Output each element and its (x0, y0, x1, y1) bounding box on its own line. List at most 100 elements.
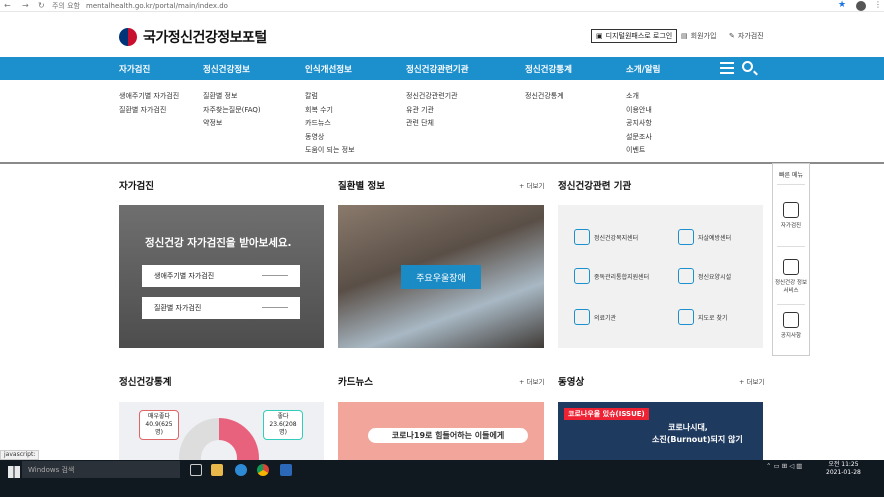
video-issue-tag: 코로나우울 있슈(ISSUE) (564, 408, 649, 420)
submenu-link[interactable]: 약정보 (203, 117, 261, 131)
forward-icon[interactable]: → (22, 1, 29, 10)
self-check-section-title: 자가검진 (119, 181, 154, 192)
video-card[interactable]: 코로나우울 있슈(ISSUE) 코로나시대, 소진(Burnout)되지 않기 (558, 402, 763, 462)
self-check-link[interactable]: ✎ 자가검진 (729, 31, 764, 41)
quick-item-label: 공지사항 (780, 333, 802, 339)
submenu-col-1: 생애주기별 자가검진 질환별 자가검진 (119, 90, 179, 117)
browser-toolbar: ← → ↻ 주의 요함 mentalhealth.go.kr/portal/ma… (0, 0, 884, 12)
gnb-awareness-info[interactable]: 인식개선정보 (305, 63, 352, 75)
video-more-link[interactable]: + 더보기 (739, 376, 764, 386)
institution-label: 정신요양시설 (698, 273, 732, 281)
address-bar[interactable]: 주의 요함 mentalhealth.go.kr/portal/main/ind… (52, 1, 848, 11)
submenu-link[interactable]: 도움이 되는 정보 (305, 144, 355, 158)
cardnews-more-link[interactable]: + 더보기 (519, 376, 544, 386)
submenu-col-5: 정신건강통계 (525, 90, 564, 104)
submenu-link[interactable]: 공지사항 (626, 117, 652, 131)
institution-link[interactable]: 정신건강복지센터 (574, 229, 638, 245)
submenu-link[interactable]: 질환별 정보 (203, 90, 261, 104)
quick-menu-divider (777, 304, 805, 305)
quick-info-service[interactable]: 정신건강 정보서비스 (773, 259, 809, 295)
stats-tag: 매우좋다 40.9(625명) (139, 410, 179, 440)
submenu-col-6: 소개 이용안내 공지사항 설문조사 이벤트 (626, 90, 652, 158)
institution-link[interactable]: 중독관리통합지원센터 (574, 268, 649, 284)
taskbar-clock[interactable]: 오전 11:25 2021-01-28 (826, 461, 861, 477)
chrome-icon[interactable] (257, 464, 269, 476)
institution-link[interactable]: 의료기관 (574, 309, 616, 325)
submenu-link[interactable]: 설문조사 (626, 131, 652, 145)
edge-icon[interactable] (235, 464, 247, 476)
submenu-link[interactable]: 질환별 자가검진 (119, 104, 179, 118)
self-check-icon: ✎ (729, 32, 735, 40)
submenu-link[interactable]: 정신건강통계 (525, 90, 564, 104)
browser-menu-icon[interactable]: ⋮ (874, 0, 882, 9)
windows-start-icon[interactable] (8, 466, 20, 478)
institution-label: 중독관리통합지원센터 (594, 273, 650, 281)
cardnews-card[interactable]: 코로나19로 힘들어하는 이들에게 (338, 402, 544, 462)
submenu-link[interactable]: 이용안내 (626, 104, 652, 118)
reload-icon[interactable]: ↻ (38, 1, 45, 10)
clock-time: 오전 11:25 (828, 461, 859, 468)
profile-avatar[interactable] (856, 1, 866, 11)
map-pin-icon (678, 309, 694, 325)
building-icon (574, 229, 590, 245)
clock-date: 2021-01-28 (826, 469, 861, 476)
gnb-self-check[interactable]: 자가검진 (119, 63, 150, 75)
clinic-icon (574, 309, 590, 325)
submenu-link[interactable]: 소개 (626, 90, 652, 104)
institution-link[interactable]: 정신요양시설 (678, 268, 731, 284)
quick-notice[interactable]: 공지사항 (773, 312, 809, 340)
quick-item-label: 자가검진 (780, 223, 802, 229)
system-tray-icons[interactable]: ⌃ ▭ ⊞ ◁ ▥ (766, 462, 802, 471)
file-explorer-icon[interactable] (211, 464, 223, 476)
self-check-headline: 정신건강 자가검진을 받아보세요. (145, 237, 292, 249)
taskbar-search[interactable]: Windows 검색 (22, 461, 180, 478)
institution-link[interactable]: 지도로 찾기 (678, 309, 728, 325)
submenu-link[interactable]: 카드뉴스 (305, 117, 355, 131)
submenu-link[interactable]: 유관 기관 (406, 104, 458, 118)
disease-more-link[interactable]: + 더보기 (519, 180, 544, 190)
stats-donut-graphic (179, 418, 259, 462)
heart-check-icon (783, 259, 799, 275)
submenu-link[interactable]: 이벤트 (626, 144, 652, 158)
site-title: 국가정신건강정보포털 (143, 30, 267, 46)
disease-info-panel[interactable]: 주요우울장애 (338, 205, 544, 348)
task-view-icon[interactable] (190, 464, 202, 476)
institutions-section-title: 정신건강관련 기관 (558, 181, 632, 192)
submenu-link[interactable]: 칼럼 (305, 90, 355, 104)
all-menu-icon[interactable] (720, 62, 734, 74)
stats-card[interactable]: 매우좋다 40.9(625명) 좋다 23.6(208명) (119, 402, 324, 462)
stats-tag: 좋다 23.6(208명) (263, 410, 303, 440)
disease-self-check-button[interactable]: 질환별 자가검진 (142, 297, 300, 319)
clipboard-icon (783, 312, 799, 328)
digital-onepass-login-button[interactable]: ▣ 디지털원패스로 로그인 (591, 29, 678, 43)
video-title-line1: 코로나시대, (668, 423, 708, 432)
self-check-panel: 정신건강 자가검진을 받아보세요. 생애주기별 자가검진 질환별 자가검진 (119, 205, 324, 348)
gnb-institutions[interactable]: 정신건강관련기관 (406, 63, 469, 75)
institution-label: 의료기관 (594, 314, 617, 322)
login-label: 디지털원패스로 로그인 (605, 32, 673, 40)
lifecycle-self-check-button[interactable]: 생애주기별 자가검진 (142, 265, 300, 287)
signup-link[interactable]: ▤ 회원가입 (681, 31, 716, 41)
submenu-link[interactable]: 회복 수기 (305, 104, 355, 118)
submenu-link[interactable]: 정신건강관련기관 (406, 90, 458, 104)
submenu-link[interactable]: 생애주기별 자가검진 (119, 90, 179, 104)
cardnews-headline: 코로나19로 힘들어하는 이들에게 (368, 428, 528, 443)
gnb-statistics[interactable]: 정신건강통계 (525, 63, 572, 75)
bookmark-star-icon[interactable]: ★ (838, 0, 846, 10)
quick-self-check[interactable]: 자가검진 (773, 202, 809, 230)
institution-link[interactable]: 자살예방센터 (678, 229, 731, 245)
app-s-icon[interactable] (280, 464, 292, 476)
submenu-divider (0, 162, 884, 164)
gnb-mental-health-info[interactable]: 정신건강정보 (203, 63, 250, 75)
back-icon[interactable]: ← (4, 1, 11, 10)
submenu-link[interactable]: 동영상 (305, 131, 355, 145)
site-logo[interactable]: 국가정신건강정보포털 (119, 27, 267, 47)
main-navigation: 자가검진 정신건강정보 인식개선정보 정신건강관련기관 정신건강통계 소개/알림 (0, 57, 884, 80)
windows-taskbar: javascript: Windows 검색 ⌃ ▭ ⊞ ◁ ▥ 오전 11:2… (0, 450, 884, 497)
submenu-link[interactable]: 관련 단체 (406, 117, 458, 131)
search-icon[interactable] (742, 61, 753, 72)
gnb-about-notice[interactable]: 소개/알림 (626, 63, 660, 75)
institution-label: 정신건강복지센터 (594, 234, 639, 242)
major-depression-badge[interactable]: 주요우울장애 (401, 265, 481, 289)
submenu-link[interactable]: 자주찾는질문(FAQ) (203, 104, 261, 118)
